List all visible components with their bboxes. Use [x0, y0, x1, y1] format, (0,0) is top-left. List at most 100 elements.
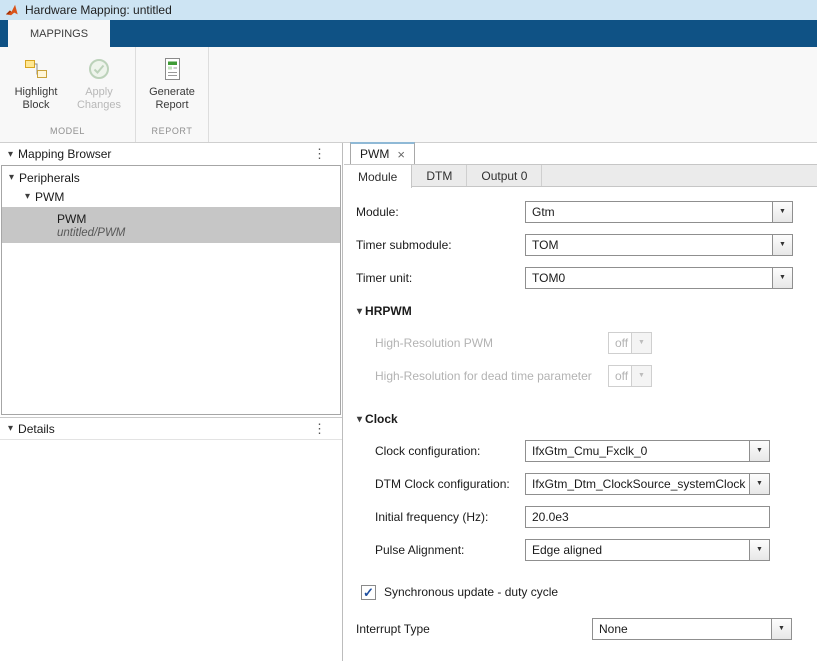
form-row-hr-deadtime: High-Resolution for dead time parameter …: [344, 359, 817, 392]
timer-unit-dropdown[interactable]: TOM0 ▼: [525, 267, 793, 289]
mapping-browser-title: Mapping Browser: [18, 147, 111, 161]
tree-label: PWM: [35, 190, 64, 204]
hr-pwm-dropdown-value: off: [609, 333, 631, 353]
timer-unit-label: Timer unit:: [356, 271, 412, 285]
tab-dtm[interactable]: DTM: [412, 165, 467, 186]
dropdown-arrow-icon[interactable]: ▼: [749, 441, 769, 461]
hr-pwm-dropdown: off ▼: [608, 332, 652, 354]
tree-item-peripherals[interactable]: ▾ Peripherals: [2, 168, 340, 187]
generate-report-icon: [158, 55, 186, 83]
toolstrip-group-model: Highlight Block Apply Changes MODEL: [0, 47, 136, 142]
dropdown-arrow-icon[interactable]: ▼: [772, 235, 792, 255]
module-dropdown-value: Gtm: [526, 202, 772, 222]
tab-module[interactable]: Module: [344, 165, 412, 188]
doc-tab-label: PWM: [360, 147, 389, 161]
tree-label: Peripherals: [19, 171, 80, 185]
sync-update-label: Synchronous update - duty cycle: [384, 585, 558, 599]
toolstrip-group-report: Generate Report REPORT: [136, 47, 209, 142]
dtm-clock-config-label: DTM Clock configuration:: [375, 477, 510, 491]
collapse-icon[interactable]: ▾: [8, 423, 13, 434]
form-row-timer-submodule: Timer submodule: TOM ▼: [344, 228, 817, 261]
toolstrip: Highlight Block Apply Changes MODEL: [0, 47, 817, 143]
timer-submodule-dropdown-value: TOM: [526, 235, 772, 255]
clock-section-header[interactable]: ▾ Clock: [344, 404, 817, 434]
document-tabbar: PWM ×: [344, 143, 817, 165]
tree-sublabel: untitled/PWM: [57, 227, 340, 239]
timer-submodule-dropdown[interactable]: TOM ▼: [525, 234, 793, 256]
matlab-logo-icon: [5, 3, 19, 17]
clock-config-label: Clock configuration:: [375, 444, 480, 458]
panel-menu-icon[interactable]: ⋮: [305, 146, 334, 162]
form-row-clock-config: Clock configuration: IfxGtm_Cmu_Fxclk_0 …: [344, 434, 817, 467]
close-tab-icon[interactable]: ×: [397, 148, 405, 161]
tree-item-pwm-block-selected[interactable]: PWM untitled/PWM: [2, 207, 340, 243]
mapping-browser-panel: ▾ Mapping Browser ⋮ ▾ Peripherals ▾ PWM …: [0, 143, 343, 661]
pulse-alignment-label: Pulse Alignment:: [375, 543, 464, 557]
form-row-timer-unit: Timer unit: TOM0 ▼: [344, 261, 817, 294]
interrupt-type-dropdown-value: None: [593, 619, 771, 639]
expander-icon[interactable]: ▾: [25, 191, 30, 202]
dropdown-arrow-icon: ▼: [631, 366, 651, 386]
clock-config-dropdown-value: IfxGtm_Cmu_Fxclk_0: [526, 441, 749, 461]
hr-deadtime-dropdown-value: off: [609, 366, 631, 386]
expander-icon[interactable]: ▾: [9, 172, 14, 183]
section-expander-icon[interactable]: ▾: [357, 306, 362, 317]
form-row-dtm-clock-config: DTM Clock configuration: IfxGtm_Dtm_Cloc…: [344, 467, 817, 500]
editor-panel: PWM × Module DTM Output 0 Module: Gtm ▼ …: [344, 143, 817, 661]
apply-changes-label: Apply Changes: [77, 86, 121, 112]
collapse-icon[interactable]: ▾: [8, 149, 13, 160]
window-title: Hardware Mapping: untitled: [25, 3, 172, 17]
clock-section-title: Clock: [365, 412, 398, 426]
panel-menu-icon[interactable]: ⋮: [305, 421, 334, 437]
tree-label: PWM: [57, 212, 340, 226]
dropdown-arrow-icon[interactable]: ▼: [772, 268, 792, 288]
interrupt-type-label: Interrupt Type: [356, 622, 430, 636]
tab-mappings[interactable]: MAPPINGS: [8, 20, 110, 47]
toolstrip-group-label-report: REPORT: [136, 126, 208, 142]
timer-submodule-label: Timer submodule:: [356, 238, 452, 252]
details-header: ▾ Details ⋮: [0, 417, 342, 440]
highlight-block-button[interactable]: Highlight Block: [7, 52, 65, 126]
form-row-sync-update: ✓ Synchronous update - duty cycle: [344, 580, 817, 604]
check-icon: ✓: [363, 586, 374, 599]
dtm-clock-config-dropdown[interactable]: IfxGtm_Dtm_ClockSource_systemClock ▼: [525, 473, 770, 495]
hrpwm-section-header[interactable]: ▾ HRPWM: [344, 296, 817, 326]
form-row-module: Module: Gtm ▼: [344, 195, 817, 228]
peripheral-tree: ▾ Peripherals ▾ PWM PWM untitled/PWM: [1, 165, 341, 415]
generate-report-label: Generate Report: [149, 86, 195, 112]
sync-update-checkbox[interactable]: ✓: [361, 585, 376, 600]
dropdown-arrow-icon[interactable]: ▼: [749, 474, 769, 494]
pulse-alignment-dropdown-value: Edge aligned: [526, 540, 749, 560]
titlebar: Hardware Mapping: untitled: [0, 0, 817, 20]
dropdown-arrow-icon[interactable]: ▼: [772, 202, 792, 222]
module-dropdown[interactable]: Gtm ▼: [525, 201, 793, 223]
module-label: Module:: [356, 205, 399, 219]
clock-config-dropdown[interactable]: IfxGtm_Cmu_Fxclk_0 ▼: [525, 440, 770, 462]
initial-frequency-input[interactable]: [525, 506, 770, 528]
sub-tabbar: Module DTM Output 0: [344, 165, 817, 187]
hr-pwm-label: High-Resolution PWM: [375, 336, 493, 350]
interrupt-type-dropdown[interactable]: None ▼: [592, 618, 792, 640]
pulse-alignment-dropdown[interactable]: Edge aligned ▼: [525, 539, 770, 561]
tab-output-0[interactable]: Output 0: [467, 165, 542, 186]
dropdown-arrow-icon[interactable]: ▼: [771, 619, 791, 639]
dropdown-arrow-icon[interactable]: ▼: [749, 540, 769, 560]
ribbon-tabbar: MAPPINGS: [0, 20, 817, 47]
timer-unit-dropdown-value: TOM0: [526, 268, 772, 288]
dropdown-arrow-icon: ▼: [631, 333, 651, 353]
details-title: Details: [18, 422, 55, 436]
hrpwm-section-title: HRPWM: [365, 304, 412, 318]
apply-changes-icon: [85, 55, 113, 83]
highlight-block-icon: [22, 55, 50, 83]
generate-report-button[interactable]: Generate Report: [143, 52, 201, 126]
toolstrip-group-label-model: MODEL: [0, 126, 135, 142]
dtm-clock-config-dropdown-value: IfxGtm_Dtm_ClockSource_systemClock: [526, 474, 749, 494]
section-expander-icon[interactable]: ▾: [357, 414, 362, 425]
apply-changes-button[interactable]: Apply Changes: [70, 52, 128, 126]
tree-item-pwm-group[interactable]: ▾ PWM: [2, 187, 340, 206]
hardware-mapping-window: Hardware Mapping: untitled MAPPINGS High…: [0, 0, 817, 661]
form-row-interrupt-type: Interrupt Type None ▼: [344, 612, 817, 645]
form-row-hr-pwm: High-Resolution PWM off ▼: [344, 326, 817, 359]
hr-deadtime-label: High-Resolution for dead time parameter: [375, 369, 592, 383]
doc-tab-pwm[interactable]: PWM ×: [350, 142, 415, 164]
